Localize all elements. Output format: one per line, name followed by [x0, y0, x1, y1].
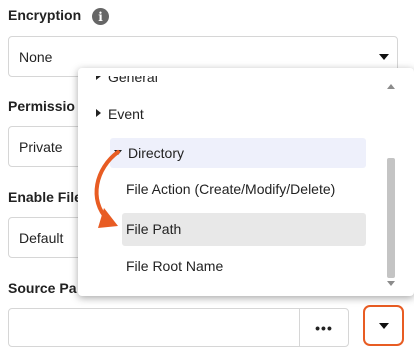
collapse-icon[interactable]	[114, 150, 122, 155]
tree-item-label: Event	[108, 106, 144, 122]
scroll-down-icon[interactable]	[387, 281, 395, 286]
source-path-dropdown-button[interactable]	[363, 305, 404, 346]
tree-item-label: Directory	[128, 145, 185, 161]
scrollbar-thumb[interactable]	[387, 158, 395, 278]
tree-item-label: File Action (Create/Modify/Delete)	[126, 181, 336, 197]
tree-item-file-path[interactable]: File Path	[122, 213, 366, 246]
info-icon[interactable]: i	[92, 8, 109, 25]
expand-icon[interactable]	[96, 109, 101, 117]
tree-item-directory[interactable]: Directory	[110, 138, 366, 168]
enable-files-value: Default	[19, 230, 64, 246]
scrollbar[interactable]	[382, 74, 396, 289]
tree-item-event[interactable]: Event	[92, 99, 382, 129]
encryption-value: None	[19, 49, 53, 65]
chevron-down-icon	[379, 323, 389, 329]
tree-item-general[interactable]: General	[92, 76, 382, 92]
enable-files-label: Enable File	[8, 189, 82, 205]
tree-item-file-action[interactable]: File Action (Create/Modify/Delete)	[112, 174, 392, 204]
source-path-label: Source Pa	[8, 280, 77, 296]
scroll-up-icon[interactable]	[387, 84, 395, 89]
source-path-input[interactable]	[8, 308, 300, 347]
tree-item-file-root-name[interactable]: File Root Name	[112, 251, 392, 281]
expand-icon[interactable]	[96, 76, 101, 80]
tree-item-label: File Path	[126, 221, 182, 237]
tree-item-label: File Root Name	[126, 258, 224, 274]
permissions-value: Private	[19, 139, 63, 155]
browse-button[interactable]: •••	[299, 308, 349, 347]
field-tree-popup: General Event Directory File Action (Cre…	[78, 68, 414, 296]
tree-list: General Event Directory File Action (Cre…	[92, 76, 397, 285]
tree-item-label: General	[108, 76, 158, 85]
permissions-label: Permissio	[8, 98, 75, 114]
chevron-down-icon	[379, 54, 389, 60]
encryption-label: Encryption	[8, 7, 82, 23]
